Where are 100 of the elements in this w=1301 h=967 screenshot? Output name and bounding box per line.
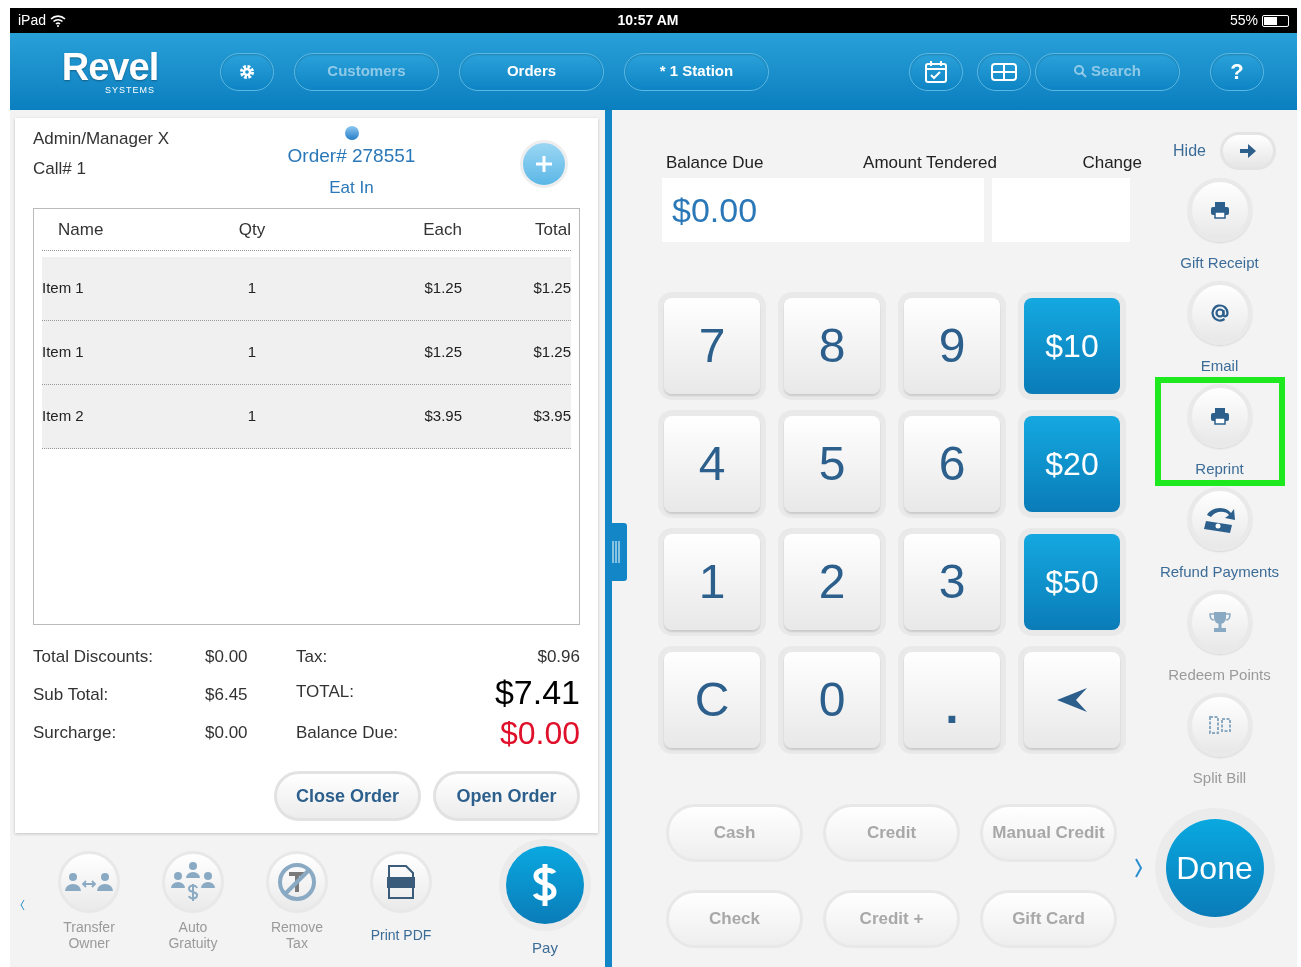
cash-key[interactable]: $20 [1024, 416, 1120, 512]
table-layout-icon [991, 62, 1017, 81]
trophy-icon [1208, 611, 1231, 633]
hide-button[interactable] [1219, 132, 1276, 170]
total-label: TOTAL: [296, 681, 354, 704]
total-label: Balance Due: [296, 722, 399, 745]
table-cell-text: 1 [246, 342, 258, 363]
column-header: Name [57, 218, 105, 241]
help-button[interactable]: ? [1210, 52, 1264, 91]
calendar-icon [924, 59, 948, 84]
logo: Revel [61, 48, 159, 86]
chevron-right-icon[interactable] [1134, 858, 1143, 878]
hide-label: Hide [1173, 141, 1206, 161]
action-label: Redeem Points [1168, 665, 1271, 685]
dollar-icon [532, 863, 558, 907]
payment-method-button[interactable]: Credit [823, 804, 960, 862]
split-bill-icon [1208, 716, 1231, 734]
at-sign-icon [1209, 303, 1230, 323]
add-button[interactable] [520, 140, 568, 188]
people-transfer-icon [64, 871, 114, 893]
total-label: Total Discounts: [33, 646, 154, 669]
action-label: Reprint [1195, 459, 1244, 479]
table-cell-text: $1.25 [532, 342, 571, 363]
grip-icon [611, 541, 621, 563]
table-cell-text: $3.95 [423, 406, 462, 427]
keypad-key[interactable]: 2 [784, 534, 880, 630]
table-cell-text: $1.25 [423, 342, 462, 363]
keypad-key[interactable]: 8 [784, 298, 880, 394]
keypad-key[interactable]: C [664, 652, 760, 748]
pdf-file-icon [387, 865, 415, 899]
printer-icon [1209, 407, 1230, 425]
action-label: Split Bill [1192, 768, 1247, 788]
arrow-right-icon [1239, 144, 1256, 158]
done-button[interactable]: Done [1165, 819, 1264, 917]
pay-label: Pay [532, 938, 558, 958]
device-name: iPad [18, 11, 47, 30]
column-header: Each [422, 218, 462, 241]
keypad-key[interactable]: 0 [784, 652, 880, 748]
column-header: Qty [237, 218, 267, 241]
balance-due-value: $0.00 [672, 189, 758, 231]
nav-tab[interactable]: Orders [459, 52, 604, 91]
keypad-key[interactable]: 9 [904, 298, 1000, 394]
keypad-key[interactable]: 5 [784, 416, 880, 512]
column-header: Change [1081, 152, 1142, 172]
tool-label: Auto Gratuity [167, 919, 219, 951]
payment-method-button[interactable]: Check [666, 890, 803, 948]
table-cell-text: Item 1 [42, 278, 85, 299]
payment-method-button[interactable]: Gift Card [980, 890, 1117, 948]
printer-icon [1209, 201, 1230, 219]
calendar-button[interactable] [909, 52, 963, 91]
total-value: $0.00 [205, 722, 248, 745]
search-icon [1073, 65, 1087, 78]
total-value: $0.00 [205, 646, 248, 669]
total-value: $7.41 [494, 671, 580, 713]
keypad-key[interactable]: . [904, 652, 1000, 748]
table-cell-text: 1 [246, 406, 258, 427]
order-type: Eat In [329, 176, 374, 199]
total-label: Tax: [296, 646, 328, 669]
pay-button[interactable] [506, 846, 584, 924]
keypad-key[interactable]: 1 [664, 534, 760, 630]
battery-percent: 55% [1230, 11, 1258, 30]
action-button[interactable] [1187, 384, 1252, 448]
total-value: $0.00 [499, 714, 580, 753]
table-cell-text: $3.95 [532, 406, 571, 427]
order-button[interactable]: Close Order [274, 771, 421, 821]
order-button[interactable]: Open Order [433, 771, 580, 821]
table-cell-text: 1 [246, 278, 258, 299]
table-cell-text: $1.25 [423, 278, 462, 299]
payment-method-button[interactable]: Manual Credit [980, 804, 1117, 862]
cash-key[interactable]: $10 [1024, 298, 1120, 394]
order-number: Order# 278551 [287, 144, 416, 168]
total-label: Surcharge: [33, 722, 118, 745]
total-value: $6.45 [205, 684, 248, 707]
action-button[interactable] [1187, 487, 1252, 551]
total-value: $0.96 [537, 646, 580, 669]
people-dollar-icon [170, 861, 216, 903]
keypad-key[interactable]: 6 [904, 416, 1000, 512]
keypad-key[interactable]: 3 [904, 534, 1000, 630]
keypad-key[interactable]: 7 [664, 298, 760, 394]
column-header: Amount Tendered [862, 152, 998, 172]
column-header: Balance Due [665, 152, 765, 172]
keypad-key[interactable]: 4 [664, 416, 760, 512]
cash-key[interactable]: $50 [1024, 534, 1120, 630]
payment-method-button[interactable]: Credit + [823, 890, 960, 948]
wifi-icon [50, 14, 67, 27]
call-number: Call# 1 [33, 157, 87, 180]
settings-button[interactable] [220, 52, 274, 91]
tables-button[interactable] [977, 52, 1031, 91]
clock: 10:57 AM [617, 11, 679, 30]
payment-method-button[interactable]: Cash [666, 804, 803, 862]
backspace-arrow-icon [1056, 687, 1088, 713]
total-label: Sub Total: [33, 684, 110, 707]
tool-label: Remove Tax [269, 919, 325, 951]
table-cell-text: Item 1 [42, 342, 85, 363]
action-label: Gift Receipt [1180, 253, 1259, 273]
nav-tab[interactable]: * 1 Station [624, 52, 769, 91]
action-label: Email [1200, 356, 1239, 376]
backspace-key[interactable] [1024, 652, 1120, 748]
settings-icon [238, 62, 256, 81]
tool-label: Transfer Owner [62, 919, 116, 951]
